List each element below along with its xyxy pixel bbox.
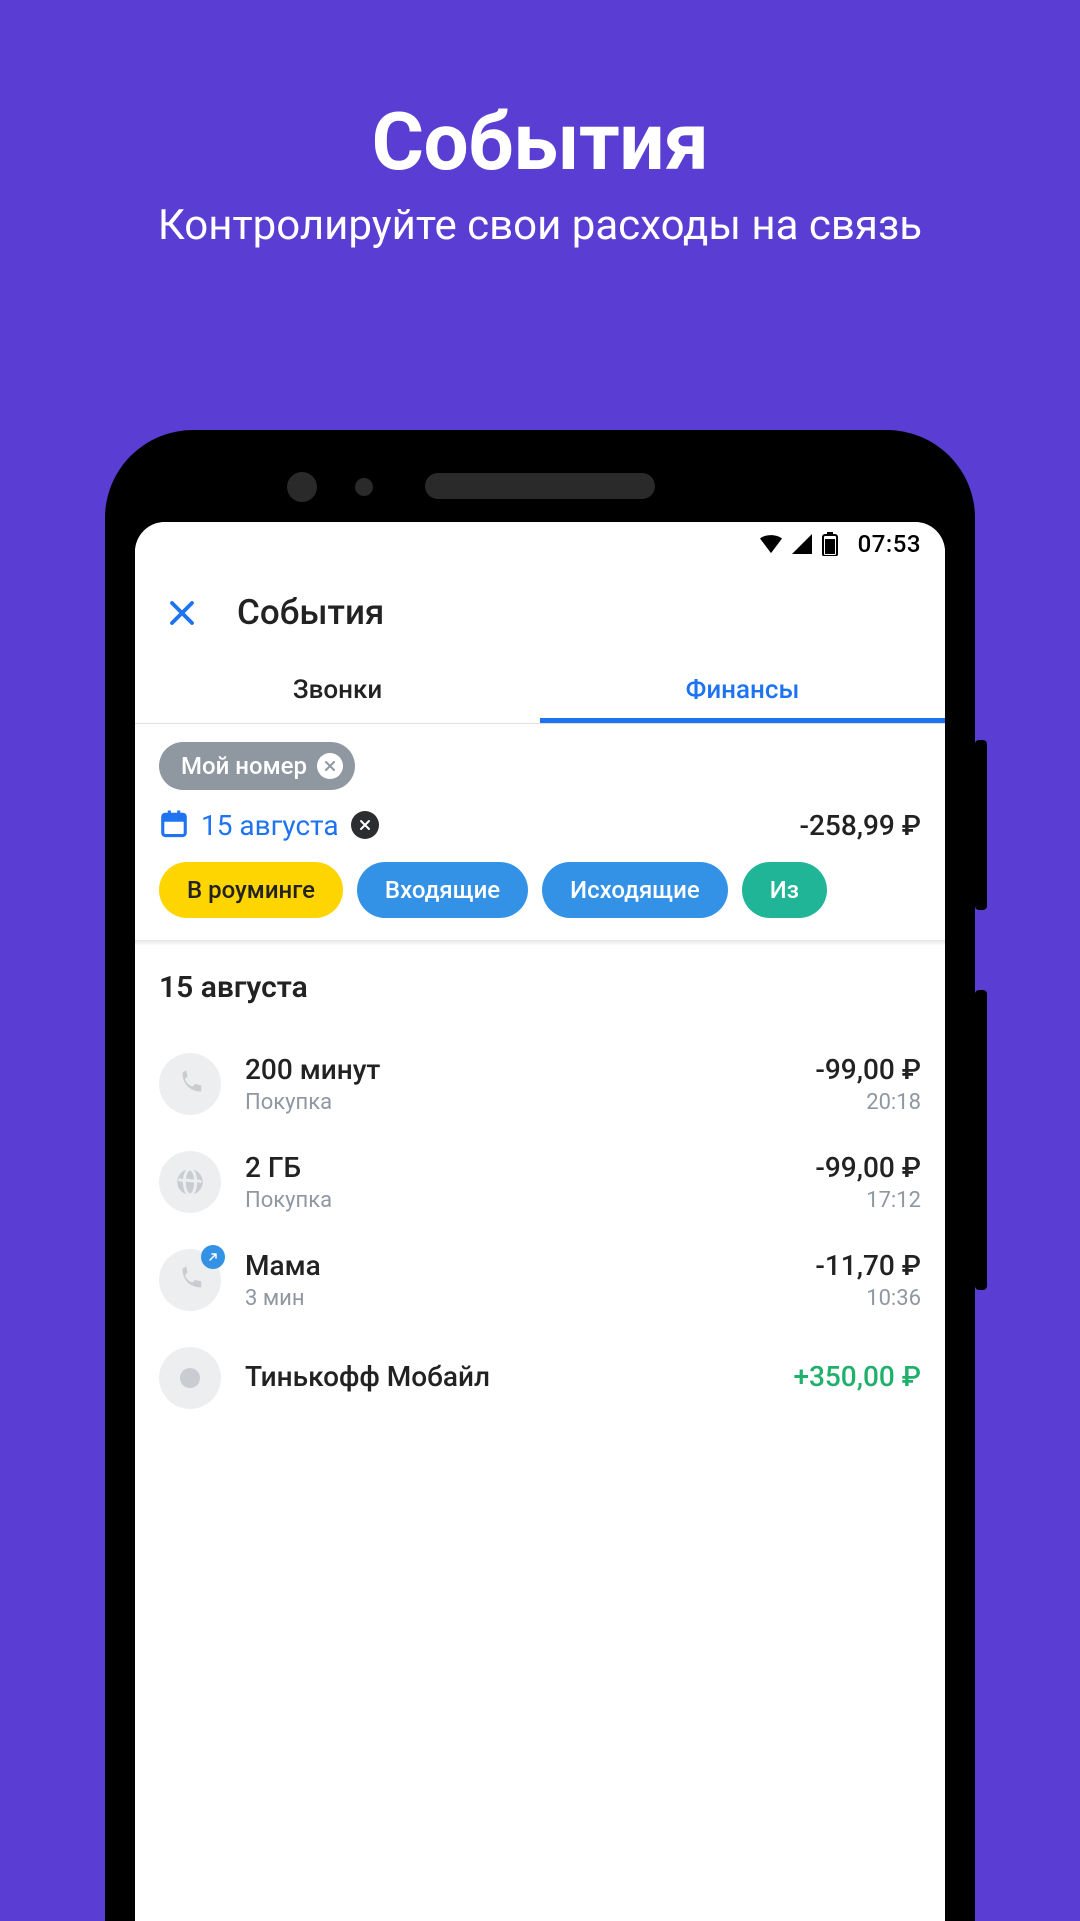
tab-finances[interactable]: Финансы <box>540 661 945 723</box>
filter-chip-label: Мой номер <box>181 752 307 780</box>
promo-subtitle: Контролируйте свои расходы на связь <box>158 201 922 250</box>
item-amount: +350,00 ₽ <box>793 1360 921 1393</box>
events-list[interactable]: 15 августа 200 минут Покупка -99,00 ₽ 20… <box>135 940 945 1921</box>
list-item[interactable]: 2 ГБ Покупка -99,00 ₽ 17:12 <box>159 1133 921 1231</box>
promo-stage: События Контролируйте свои расходы на св… <box>0 0 1080 1921</box>
phone-icon <box>159 1053 221 1115</box>
promo-title: События <box>372 95 709 189</box>
clear-date-icon[interactable] <box>351 811 379 839</box>
filter-pill-outgoing[interactable]: Исходящие <box>542 862 728 918</box>
filter-pill-incoming[interactable]: Входящие <box>357 862 528 918</box>
item-title: Тинькофф Мобайл <box>245 1360 769 1393</box>
tab-calls[interactable]: Звонки <box>135 661 540 723</box>
item-time: 20:18 <box>815 1090 921 1115</box>
filters-panel: Мой номер 15 августа -258,99 <box>135 724 945 940</box>
tabs: Звонки Финансы <box>135 661 945 723</box>
device-sensor-icon <box>355 478 373 496</box>
filter-pill-row[interactable]: В роуминге Входящие Исходящие Из <box>159 862 945 918</box>
circle-icon <box>159 1347 221 1409</box>
page-title: События <box>237 592 384 633</box>
filter-pill-roaming[interactable]: В роуминге <box>159 862 343 918</box>
item-amount: -99,00 ₽ <box>815 1151 921 1184</box>
wifi-icon <box>760 534 782 554</box>
list-item[interactable]: Мама 3 мин -11,70 ₽ 10:36 <box>159 1231 921 1329</box>
close-icon[interactable] <box>167 598 209 628</box>
clear-chip-icon[interactable] <box>317 753 343 779</box>
item-title: 200 минут <box>245 1053 791 1086</box>
globe-icon <box>159 1151 221 1213</box>
date-filter-label[interactable]: 15 августа <box>201 809 339 842</box>
item-sub: Покупка <box>245 1188 791 1213</box>
filter-pill-extra[interactable]: Из <box>742 862 827 918</box>
device-camera-icon <box>287 472 317 502</box>
filter-total: -258,99 ₽ <box>799 809 921 842</box>
filter-chip-number[interactable]: Мой номер <box>159 742 355 790</box>
list-item[interactable]: Тинькофф Мобайл +350,00 ₽ <box>159 1329 921 1427</box>
list-item[interactable]: 200 минут Покупка -99,00 ₽ 20:18 <box>159 1035 921 1133</box>
device-frame: 07:53 События Звонки Финансы Мой номер <box>105 430 975 1921</box>
battery-icon <box>822 532 838 556</box>
status-bar: 07:53 <box>135 522 945 566</box>
phone-icon <box>159 1249 221 1311</box>
app-screen: 07:53 События Звонки Финансы Мой номер <box>135 522 945 1921</box>
item-amount: -99,00 ₽ <box>815 1053 921 1086</box>
date-filter-row: 15 августа -258,99 ₽ <box>159 808 921 842</box>
item-sub: Покупка <box>245 1090 791 1115</box>
outgoing-badge-icon <box>201 1245 225 1269</box>
item-time: 17:12 <box>815 1188 921 1213</box>
item-sub: 3 мин <box>245 1286 791 1311</box>
device-speaker-icon <box>425 473 655 499</box>
status-time: 07:53 <box>858 530 921 558</box>
item-title: 2 ГБ <box>245 1151 791 1184</box>
device-side-button <box>975 740 987 910</box>
item-time: 10:36 <box>815 1286 921 1311</box>
device-side-button <box>975 990 987 1290</box>
calendar-icon[interactable] <box>159 808 189 842</box>
item-title: Мама <box>245 1249 791 1282</box>
app-header: События <box>135 566 945 661</box>
signal-icon <box>792 534 812 554</box>
item-amount: -11,70 ₽ <box>815 1249 921 1282</box>
section-date: 15 августа <box>159 970 921 1005</box>
